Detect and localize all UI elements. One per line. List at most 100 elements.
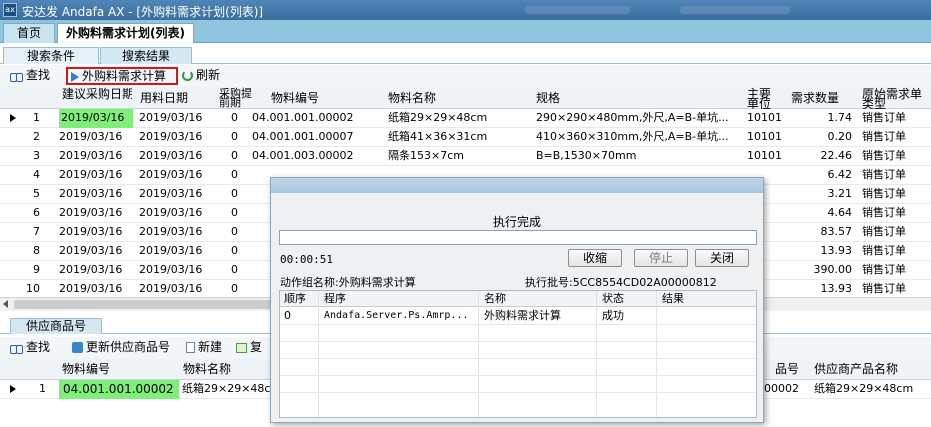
cell-no[interactable]: 7 <box>22 223 40 242</box>
col-status[interactable]: 状态 <box>598 291 624 307</box>
calculate-demand-button[interactable]: 外购料需求计算 <box>66 67 178 85</box>
cell-lead[interactable]: 0 <box>220 185 238 204</box>
col-supplier-material-name[interactable]: 物料名称 <box>183 359 263 381</box>
cell-no[interactable]: 5 <box>22 185 40 204</box>
col-spec[interactable]: 规格 <box>536 87 596 109</box>
cell-unit[interactable]: 10101 <box>747 147 787 166</box>
col-supplier-item-no[interactable]: 品号 <box>775 359 815 381</box>
cell-type[interactable]: 销售订单 <box>862 261 928 280</box>
cell-use-date[interactable]: 2019/03/16 <box>139 166 213 185</box>
table-row[interactable]: 1 2019/03/16 2019/03/16 0 04.001.001.00002 纸箱… <box>0 109 931 128</box>
supplier-row-code[interactable]: 04.001.001.00002 <box>59 380 179 399</box>
col-quantity[interactable]: 需求数量 <box>791 87 851 109</box>
cell-lead[interactable]: 0 <box>220 204 238 223</box>
cell-use-date[interactable]: 2019/03/16 <box>139 261 213 280</box>
tab-supplier-code[interactable]: 供应商品号 <box>10 318 102 334</box>
cell-suggest-date[interactable]: 2019/03/16 <box>59 242 133 261</box>
tab-search-results[interactable]: 搜索结果 <box>100 47 192 64</box>
tab-purchase-plan[interactable]: 外购料需求计划(列表) <box>57 23 194 43</box>
copy-button[interactable]: 复 <box>236 339 262 357</box>
cell-qty[interactable]: 22.46 <box>790 147 853 166</box>
supplier-row-item-no[interactable]: 00002 <box>764 380 810 399</box>
cell-spec[interactable]: 410×360×310mm,外尺,A=B-单坑... <box>536 128 736 147</box>
cell-use-date[interactable]: 2019/03/16 <box>139 223 213 242</box>
cell-lead[interactable]: 0 <box>220 147 238 166</box>
col-use-date[interactable]: 用料日期 <box>140 87 210 109</box>
cell-use-date[interactable]: 2019/03/16 <box>139 185 213 204</box>
cell-no[interactable]: 1 <box>22 109 40 128</box>
scroll-left-icon[interactable] <box>3 300 8 308</box>
cell-spec[interactable]: B=B,1530×70mm <box>536 147 736 166</box>
stop-button[interactable]: 停止 <box>634 249 688 267</box>
cell-type[interactable]: 销售订单 <box>862 128 928 147</box>
col-order[interactable]: 顺序 <box>280 291 306 307</box>
refresh-button[interactable]: 刷新 <box>182 67 220 85</box>
col-unit[interactable]: 主要单位 <box>747 87 781 109</box>
tab-home[interactable]: 首页 <box>3 23 55 43</box>
cell-code[interactable]: 04.001.003.00002 <box>252 147 372 166</box>
cell-no[interactable]: 10 <box>22 280 40 297</box>
cell-suggest-date[interactable]: 2019/03/16 <box>59 280 133 297</box>
cell-use-date[interactable]: 2019/03/16 <box>139 242 213 261</box>
supplier-row-product-name[interactable]: 纸箱29×29×48cm <box>814 380 929 399</box>
cell-suggest-date[interactable]: 2019/03/16 <box>59 223 133 242</box>
lower-find-button[interactable]: 查找 <box>10 339 50 357</box>
find-button[interactable]: 查找 <box>10 67 50 85</box>
close-button[interactable]: 关闭 <box>695 249 749 267</box>
table-row[interactable]: 3 2019/03/16 2019/03/16 0 04.001.003.00002 隔条… <box>0 147 931 166</box>
cell-lead[interactable]: 0 <box>220 166 238 185</box>
tab-search-criteria[interactable]: 搜索条件 <box>3 47 99 64</box>
cell-no[interactable]: 9 <box>22 261 40 280</box>
col-lead-time[interactable]: 采购提前期 <box>219 87 259 109</box>
col-program[interactable]: 程序 <box>320 291 346 307</box>
cell-type[interactable]: 销售订单 <box>862 166 928 185</box>
cell-no[interactable]: 4 <box>22 166 40 185</box>
table-row[interactable]: 2 2019/03/16 2019/03/16 0 04.001.001.00007 纸箱… <box>0 128 931 147</box>
new-button[interactable]: 新建 <box>186 339 222 357</box>
cell-lead[interactable]: 0 <box>220 280 238 297</box>
cell-qty[interactable]: 0.20 <box>790 128 853 147</box>
cell-type[interactable]: 销售订单 <box>862 242 928 261</box>
cell-suggest-date[interactable]: 2019/03/16 <box>59 109 133 128</box>
cell-qty[interactable]: 83.57 <box>790 223 853 242</box>
cell-suggest-date[interactable]: 2019/03/16 <box>59 261 133 280</box>
cell-type[interactable]: 销售订单 <box>862 204 928 223</box>
cell-type[interactable]: 销售订单 <box>862 223 928 242</box>
col-material-code[interactable]: 物料编号 <box>271 87 361 109</box>
cell-qty[interactable]: 390.00 <box>790 261 853 280</box>
col-supplier-material-code[interactable]: 物料编号 <box>62 359 142 381</box>
col-name[interactable]: 名称 <box>480 291 506 307</box>
cell-no[interactable]: 3 <box>22 147 40 166</box>
execution-table[interactable]: 顺序 程序 名称 状态 结果 0 Andafa.Server.Ps.Amrp..… <box>279 290 757 418</box>
dialog-title-bar[interactable] <box>271 178 763 193</box>
cell-use-date[interactable]: 2019/03/16 <box>139 147 213 166</box>
cell-lead[interactable]: 0 <box>220 128 238 147</box>
cell-lead[interactable]: 0 <box>220 242 238 261</box>
col-material-name[interactable]: 物料名称 <box>388 87 478 109</box>
cell-no[interactable]: 2 <box>22 128 40 147</box>
cell-lead[interactable]: 0 <box>220 261 238 280</box>
cell-qty[interactable]: 3.21 <box>790 185 853 204</box>
col-order-type[interactable]: 原始需求单类型 <box>862 87 928 109</box>
cell-code[interactable]: 04.001.001.00007 <box>252 128 372 147</box>
cell-qty[interactable]: 4.64 <box>790 204 853 223</box>
cell-qty[interactable]: 6.42 <box>790 166 853 185</box>
update-supplier-code-button[interactable]: 更新供应商品号 <box>72 339 170 357</box>
cell-spec[interactable]: 290×290×480mm,外尺,A=B-单坑... <box>536 109 736 128</box>
collapse-button[interactable]: 收缩 <box>568 249 622 267</box>
cell-suggest-date[interactable]: 2019/03/16 <box>59 128 133 147</box>
cell-use-date[interactable]: 2019/03/16 <box>139 128 213 147</box>
cell-no[interactable]: 8 <box>22 242 40 261</box>
cell-use-date[interactable]: 2019/03/16 <box>139 109 213 128</box>
col-supplier-product-name[interactable]: 供应商产品名称 <box>814 359 924 381</box>
cell-suggest-date[interactable]: 2019/03/16 <box>59 185 133 204</box>
cell-suggest-date[interactable]: 2019/03/16 <box>59 204 133 223</box>
col-result[interactable]: 结果 <box>658 291 684 307</box>
cell-name[interactable]: 隔条153×7cm <box>388 147 528 166</box>
cell-type[interactable]: 销售订单 <box>862 185 928 204</box>
cell-code[interactable]: 04.001.001.00002 <box>252 109 372 128</box>
cell-type[interactable]: 销售订单 <box>862 147 928 166</box>
cell-qty[interactable]: 1.74 <box>790 109 853 128</box>
cell-unit[interactable]: 10101 <box>747 109 787 128</box>
supplier-row-name[interactable]: 纸箱29×29×48c <box>182 380 270 399</box>
